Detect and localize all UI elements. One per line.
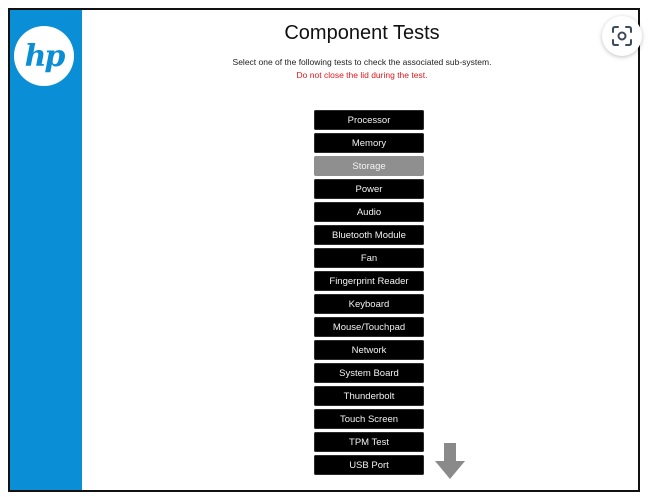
test-button-mouse-touchpad[interactable]: Mouse/Touchpad <box>314 317 424 337</box>
test-button-touch-screen[interactable]: Touch Screen <box>314 409 424 429</box>
test-button-keyboard[interactable]: Keyboard <box>314 294 424 314</box>
test-button-power[interactable]: Power <box>314 179 424 199</box>
component-test-list: Processor Memory Storage Power Audio Bluetoot… <box>314 110 424 478</box>
hp-logo: hp <box>14 26 74 86</box>
test-button-usb-port[interactable]: USB Port <box>314 455 424 475</box>
test-button-network[interactable]: Network <box>314 340 424 360</box>
arrow-down-icon[interactable] <box>435 443 465 479</box>
test-button-system-board[interactable]: System Board <box>314 363 424 383</box>
test-button-bluetooth-module[interactable]: Bluetooth Module <box>314 225 424 245</box>
test-button-tpm-test[interactable]: TPM Test <box>314 432 424 452</box>
lens-icon-glyph <box>612 26 632 46</box>
test-button-processor[interactable]: Processor <box>314 110 424 130</box>
lid-warning-text: Do not close the lid during the test. <box>296 70 428 80</box>
brand-sidebar: hp <box>10 10 82 490</box>
instruction-text: Select one of the following tests to che… <box>232 57 492 67</box>
test-button-fan[interactable]: Fan <box>314 248 424 268</box>
test-button-audio[interactable]: Audio <box>314 202 424 222</box>
hp-logo-text: hp <box>24 38 66 74</box>
diagnostics-window: hp Component Tests Select one of the fol… <box>8 8 640 492</box>
test-button-storage[interactable]: Storage <box>314 156 424 176</box>
test-button-fingerprint-reader[interactable]: Fingerprint Reader <box>314 271 424 291</box>
lens-icon[interactable] <box>602 16 642 56</box>
test-button-memory[interactable]: Memory <box>314 133 424 153</box>
page-title: Component Tests <box>284 22 440 44</box>
test-button-thunderbolt[interactable]: Thunderbolt <box>314 386 424 406</box>
